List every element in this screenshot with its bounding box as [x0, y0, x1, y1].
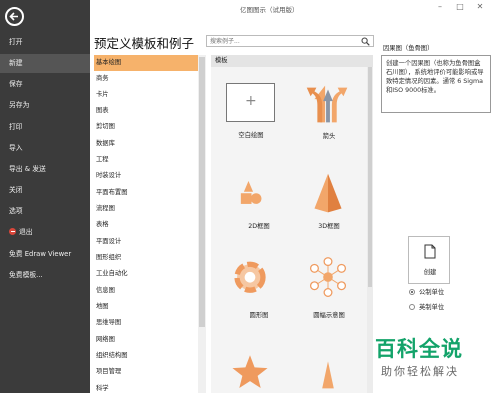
unit-metric-option[interactable]: 公制单位 [409, 288, 444, 297]
template-tile-blank[interactable]: + 空白绘图 [221, 83, 297, 175]
search-box[interactable] [206, 35, 374, 47]
title-bar: 亿图图示（试用版） – □ ✕ [90, 0, 500, 18]
category-item[interactable]: 商务 [94, 71, 198, 87]
category-item[interactable]: 项目管理 [94, 364, 198, 380]
close-button[interactable]: ✕ [474, 2, 486, 11]
plus-icon: + [245, 93, 257, 109]
category-list: 基本绘图 商务 卡片 图表 剪切图 数据库 工程 时装设计 平面布置图 流程图 … [94, 55, 198, 393]
menu-save[interactable]: 保存 [0, 75, 90, 94]
page-title: 预定义模板和例子 [94, 36, 195, 51]
menu-open[interactable]: 打开 [0, 33, 90, 52]
shape-thumbnail [322, 361, 334, 389]
category-item[interactable]: 图形组织 [94, 250, 198, 266]
menu-save-as[interactable]: 另存为 [0, 96, 90, 115]
tile-label: 空白绘图 [238, 132, 264, 139]
category-item[interactable]: 流程图 [94, 201, 198, 217]
menu-import[interactable]: 导入 [0, 139, 90, 158]
template-tile-arrows[interactable]: 箭头 [299, 79, 359, 171]
preview-title: 因果图（鱼骨图） [383, 45, 434, 52]
preview-description: 创建一个因果图（也称为鱼骨图盒石川图），系统地评价可能影响或导致特定情况的因素。… [381, 55, 491, 113]
backstage-sidebar: 打开 新建 保存 另存为 打印 导入 导出 & 发送 关闭 选项 退出 免费 E… [0, 0, 90, 393]
radial-thumbnail [309, 257, 347, 297]
circular-thumbnail [234, 261, 266, 293]
template-tile-circular[interactable]: 圆形图 [221, 253, 297, 319]
template-tile-radial[interactable]: 圆幅示意图 [299, 253, 359, 319]
window-title: 亿图图示（试用版） [240, 6, 299, 14]
blocks-3d-thumbnail [314, 173, 342, 213]
tile-label: 箭头 [322, 133, 336, 140]
category-item[interactable]: 地图 [94, 299, 198, 315]
category-item[interactable]: 科学 [94, 381, 198, 393]
watermark-slogan: 助你轻松解决 [381, 365, 459, 378]
create-button[interactable]: 创建 [408, 236, 450, 284]
back-button[interactable] [5, 7, 24, 26]
unit-imperial-label: 英制单位 [419, 304, 445, 311]
arrows-thumbnail [306, 85, 348, 123]
menu-free-templates[interactable]: 免费模板... [0, 266, 90, 285]
menu-export-send[interactable]: 导出 & 发送 [0, 160, 90, 179]
search-input[interactable] [207, 36, 357, 46]
template-tile-2d-blocks[interactable]: 2D框图 [221, 169, 297, 231]
exit-icon [9, 228, 16, 235]
arrow-left-icon [9, 12, 18, 21]
tile-label: 圆幅示意图 [313, 312, 345, 319]
category-item[interactable]: 图表 [94, 103, 198, 119]
new-document-icon [424, 244, 436, 259]
template-tile-3d-blocks[interactable]: 3D框图 [299, 169, 359, 231]
menu-free-viewer[interactable]: 免费 Edraw Viewer [0, 245, 90, 264]
category-item[interactable]: 平面布置图 [94, 185, 198, 201]
create-button-label: 创建 [423, 269, 437, 276]
menu-print[interactable]: 打印 [0, 118, 90, 137]
minimize-button[interactable]: – [434, 2, 446, 11]
category-item[interactable]: 工程 [94, 152, 198, 168]
category-item[interactable]: 表格 [94, 217, 198, 233]
star-thumbnail [232, 355, 268, 389]
unit-imperial-option[interactable]: 英制单位 [409, 303, 444, 312]
category-item[interactable]: 平面设计 [94, 234, 198, 250]
blocks-2d-thumbnail [240, 181, 262, 204]
panel-header: 模板 [211, 55, 373, 67]
category-item[interactable]: 组织结构图 [94, 348, 198, 364]
category-item[interactable]: 卡片 [94, 87, 198, 103]
menu-exit[interactable]: 退出 [0, 223, 90, 242]
category-item[interactable]: 数据库 [94, 136, 198, 152]
tile-label: 2D框图 [248, 223, 270, 230]
template-panel: 模板 + 空白绘图 箭头 2D框图 3D框图 圆形图 圆幅示意图 [211, 55, 373, 393]
menu-options[interactable]: 选项 [0, 202, 90, 221]
unit-metric-label: 公制单位 [419, 289, 445, 296]
menu-close[interactable]: 关闭 [0, 181, 90, 200]
radio-imperial[interactable] [409, 304, 415, 310]
category-item[interactable]: 时装设计 [94, 168, 198, 184]
category-scrollbar[interactable] [198, 55, 206, 393]
blank-thumbnail: + [226, 83, 275, 122]
watermark-logo-text: 百科全说 [375, 337, 463, 361]
menu-exit-label: 退出 [19, 228, 33, 236]
maximize-button[interactable]: □ [454, 2, 466, 11]
radio-metric[interactable] [409, 289, 415, 295]
category-item[interactable]: 信息图 [94, 283, 198, 299]
template-tile-star[interactable] [221, 347, 297, 393]
category-item[interactable]: 网络图 [94, 332, 198, 348]
category-scrollbar-thumb[interactable] [199, 57, 205, 327]
category-item[interactable]: 思维导图 [94, 315, 198, 331]
template-tile-partial[interactable] [299, 347, 359, 393]
template-scrollbar[interactable] [367, 67, 373, 393]
menu-new[interactable]: 新建 [0, 54, 90, 73]
category-item[interactable]: 工业自动化 [94, 266, 198, 282]
search-icon[interactable] [361, 37, 370, 46]
template-scrollbar-thumb[interactable] [368, 67, 372, 287]
category-item[interactable]: 基本绘图 [94, 55, 198, 71]
category-item[interactable]: 剪切图 [94, 119, 198, 135]
tile-label: 3D框图 [318, 223, 340, 230]
tile-label: 圆形图 [249, 312, 269, 319]
